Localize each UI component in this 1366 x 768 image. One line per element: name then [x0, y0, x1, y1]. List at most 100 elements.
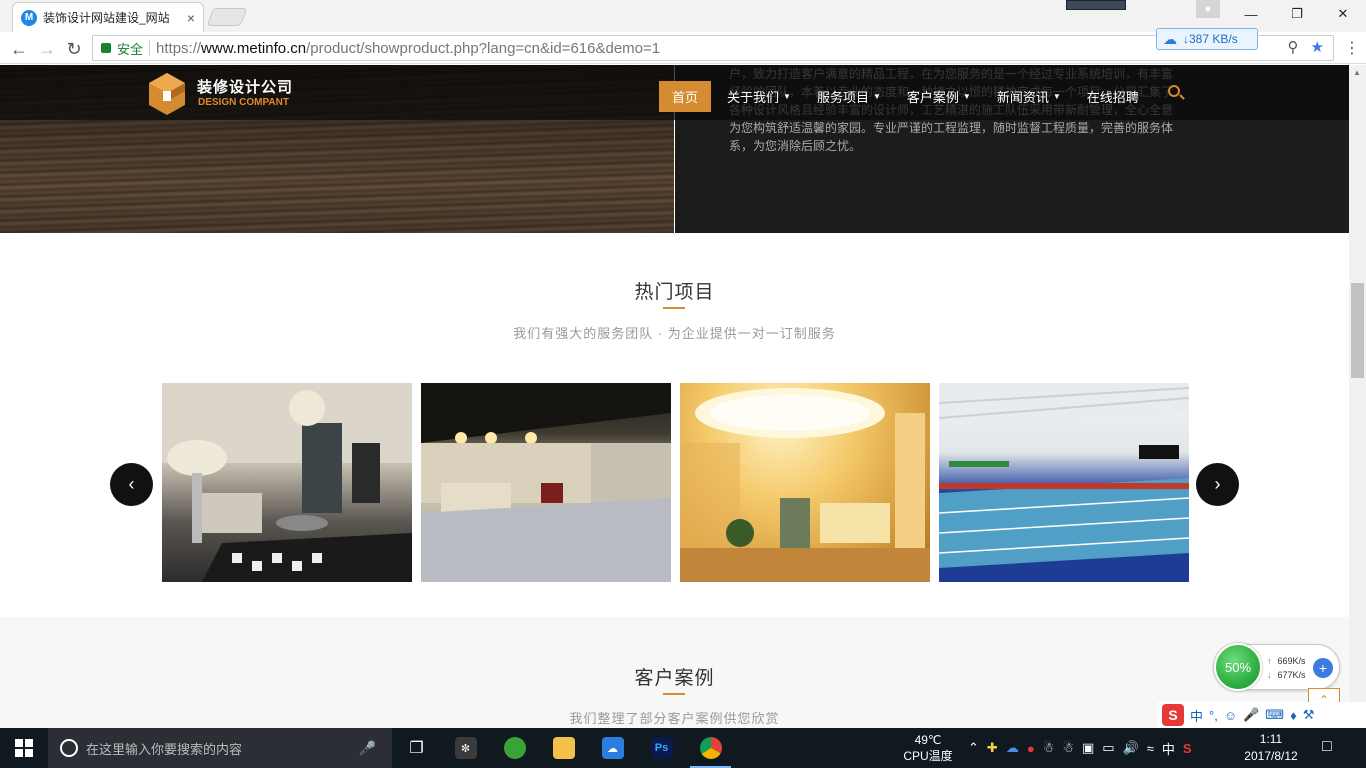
tray-app-icon[interactable]: ✚	[987, 740, 998, 756]
punctuation-icon[interactable]: °,	[1209, 708, 1218, 723]
system-clock[interactable]: 1:11 2017/8/12	[1236, 731, 1306, 765]
hot-section-title: 热门项目	[634, 282, 715, 303]
emoji-icon[interactable]: ☺	[1224, 708, 1237, 723]
lobby-image	[421, 383, 671, 582]
clock-time: 1:11	[1259, 732, 1283, 746]
nav-news-label: 新闻资讯	[996, 90, 1049, 105]
ime-toolbar: S 中 °, ☺ 🎤 ⌨ ♦ ⚒	[1158, 702, 1366, 728]
task-view-button[interactable]: ❐	[392, 728, 441, 768]
download-speed-widget[interactable]: ☁ ↓ 387 KB/s	[1156, 28, 1258, 50]
cortana-icon	[60, 739, 78, 757]
wifi-icon[interactable]: ≈	[1147, 741, 1154, 756]
hot-section-subtitle: 我们有强大的服务团队 · 为企业提供一对一订制服务	[513, 326, 836, 341]
photoshop-icon: Ps	[650, 737, 673, 759]
nav-cases[interactable]: 客户案例 ▼	[907, 87, 971, 106]
minimize-icon[interactable]: —	[1228, 0, 1274, 28]
new-tab-button[interactable]	[206, 8, 248, 26]
site-header: 装修设计公司 DESIGN COMPANT 首页 关于我们 ▼ 服务项目 ▼ 客户案…	[0, 65, 1349, 120]
network-monitor-widget[interactable]: 50% ↑ 669K/s ↓ 677K/s +	[1214, 643, 1340, 691]
network-accelerate-icon[interactable]: +	[1313, 658, 1333, 678]
close-window-icon[interactable]: ✕	[1320, 0, 1366, 28]
download-arrow-icon: ↓	[1267, 670, 1272, 680]
nav-home[interactable]: 首页	[659, 81, 712, 112]
upload-arrow-icon: ↑	[1267, 656, 1272, 666]
cases-section-title: 客户案例	[634, 668, 715, 689]
main-nav: 首页 关于我们 ▼ 服务项目 ▼ 客户案例 ▼ 新闻资讯 ▼ 在线招聘	[659, 81, 1165, 112]
slide-swimming-pool[interactable]	[939, 383, 1189, 582]
search-icon[interactable]	[1168, 85, 1180, 97]
taskbar-app-baidu-netdisk[interactable]: ☁	[588, 728, 637, 768]
slide-living-room[interactable]	[162, 383, 412, 582]
taskbar-app-pinwheel[interactable]: ✼	[441, 728, 490, 768]
bookmark-star-icon[interactable]: ★	[1311, 38, 1324, 56]
nav-services-label: 服务项目	[816, 90, 869, 105]
skin-icon[interactable]: ♦	[1290, 708, 1297, 723]
taskbar-app-photoshop[interactable]: Ps	[637, 728, 686, 768]
start-button[interactable]	[0, 728, 48, 768]
slide-hotel-reception[interactable]	[680, 383, 930, 582]
security-app-icon	[503, 737, 526, 759]
browser-tab[interactable]: M 装饰设计网站建设_网站 ×	[12, 2, 204, 32]
address-bar[interactable]: 安全 https://www.metinfo.cn/product/showpr…	[92, 35, 1334, 61]
tools-icon[interactable]: ⚒	[1303, 707, 1315, 723]
tray-qq2-icon[interactable]: ☃	[1062, 740, 1074, 756]
nav-services[interactable]: 服务项目 ▼	[817, 87, 881, 106]
scroll-up-icon[interactable]: ▲	[1353, 68, 1361, 77]
url-host: www.metinfo.cn	[201, 39, 307, 57]
slide-lobby[interactable]	[421, 383, 671, 582]
battery-icon[interactable]: ▭	[1102, 740, 1114, 756]
zoom-icon[interactable]: ⚲	[1288, 38, 1299, 56]
windows-logo-icon	[15, 739, 33, 757]
cloud-icon: ☁	[1163, 30, 1177, 47]
tray-expand-icon[interactable]: ⌃	[968, 740, 979, 756]
nav-jobs[interactable]: 在线招聘	[1087, 87, 1139, 106]
ime-mode[interactable]: 中	[1190, 706, 1203, 725]
input-language[interactable]: 中	[1162, 739, 1175, 758]
page-scrollbar[interactable]: ▲	[1349, 65, 1366, 728]
network-usage-circle: 50%	[1214, 643, 1262, 691]
back-icon[interactable]: ←	[8, 38, 30, 60]
carousel-next-button[interactable]: ›	[1196, 463, 1239, 506]
window-drag-handle[interactable]	[1066, 0, 1126, 10]
hotel-reception-image	[680, 388, 930, 582]
logo-icon[interactable]	[147, 71, 187, 115]
tray-cloud-icon[interactable]: ☁	[1006, 740, 1019, 756]
restore-icon[interactable]: ❐	[1274, 0, 1320, 28]
scrollbar-thumb[interactable]	[1351, 283, 1364, 378]
cpu-temperature[interactable]: 49℃ CPU温度	[900, 732, 956, 764]
tab-title: 装饰设计网站建设_网站	[43, 11, 170, 25]
action-center-icon[interactable]: □	[1322, 738, 1332, 756]
tray-qq-icon[interactable]: ☃	[1043, 740, 1055, 756]
tab-close-icon[interactable]: ×	[187, 10, 195, 26]
tray-shield-icon[interactable]: ●	[1027, 741, 1035, 756]
chrome-icon	[699, 737, 722, 759]
page-viewport: 户，致力打造客户满意的精品工程，在为您服务的是一个经过专业系统培训，有丰富经验的…	[0, 65, 1349, 728]
tray-network-app-icon[interactable]: ▣	[1082, 740, 1094, 756]
taskbar-app-360[interactable]	[490, 728, 539, 768]
taskbar-app-explorer[interactable]	[539, 728, 588, 768]
nav-cases-label: 客户案例	[906, 90, 959, 105]
taskbar-app-chrome[interactable]	[686, 728, 735, 768]
browser-menu-icon[interactable]: ⋮	[1344, 38, 1360, 58]
nav-about[interactable]: 关于我们 ▼	[727, 87, 791, 106]
clock-date: 2017/8/12	[1244, 749, 1298, 763]
lock-icon	[101, 43, 111, 53]
sogou-tray-icon[interactable]: S	[1183, 741, 1192, 756]
chevron-down-icon: ▼	[872, 92, 881, 101]
taskbar-search[interactable]: 在这里输入你要搜索的内容 🎤	[48, 728, 392, 768]
reload-icon[interactable]: ↻	[63, 38, 85, 60]
microphone-icon[interactable]: 🎤	[359, 740, 376, 757]
system-tray: ⌃ ✚ ☁ ● ☃ ☃ ▣ ▭ 🔊 ≈ 中 S	[968, 728, 1192, 768]
carousel-prev-button[interactable]: ‹	[110, 463, 153, 506]
sogou-logo-icon[interactable]: S	[1162, 704, 1184, 726]
chevron-down-icon: ▼	[783, 92, 791, 101]
logo-title[interactable]: 装修设计公司	[197, 76, 293, 97]
taskbar-search-placeholder: 在这里输入你要搜索的内容	[86, 741, 243, 757]
profile-icon[interactable]: ●	[1196, 0, 1220, 18]
voice-icon[interactable]: 🎤	[1243, 707, 1259, 723]
keyboard-icon[interactable]: ⌨	[1265, 707, 1284, 723]
nav-news[interactable]: 新闻资讯 ▼	[997, 87, 1061, 106]
nav-about-label: 关于我们	[727, 90, 780, 105]
forward-icon[interactable]: →	[36, 38, 58, 60]
volume-icon[interactable]: 🔊	[1123, 740, 1139, 756]
